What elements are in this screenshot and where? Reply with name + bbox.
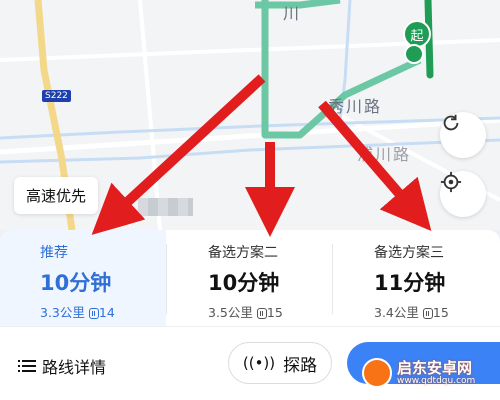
route-time: 11分钟 [374,271,446,295]
route-time: 10分钟 [208,271,280,295]
watermark-url: www.qdtdqu.com [397,376,476,386]
highway-preference-tag[interactable]: 高速优先 [14,177,99,214]
route-lights: 14 [98,305,115,320]
traffic-light-icon [88,308,99,319]
road-label-puchuan: 浦川路 [357,145,412,164]
route-meta: 3.3公里 14 [40,302,166,321]
refresh-icon [443,114,459,131]
road-label-top: 川 [283,4,302,23]
route-details-button[interactable]: 路线详情 [18,354,106,378]
crosshair-icon [440,171,462,193]
explore-route-button[interactable]: ((•)) 探路 [228,342,332,384]
panel-separator [0,326,500,327]
route-meta: 3.5公里 15 [208,302,332,321]
route-name: 备选方案二 [208,245,278,261]
location-dot-icon [404,44,424,64]
route-option-2[interactable]: 备选方案二 10分钟 3.5公里 15 [166,230,332,326]
route-name: 备选方案三 [374,245,444,261]
list-icon [18,360,36,372]
route-meta: 3.4公里 15 [374,302,498,321]
route-name: 推荐 [40,245,68,261]
broadcast-icon: ((•)) [242,354,276,372]
route-lights: 15 [432,305,449,320]
refresh-button[interactable] [440,112,486,158]
traffic-light-icon [422,308,433,319]
route-option-3[interactable]: 备选方案三 11分钟 3.4公里 15 [332,230,498,326]
blurred-label [138,198,193,216]
route-option-recommended[interactable]: 推荐 10分钟 3.3公里 14 [0,230,166,326]
traffic-light-icon [256,308,267,319]
highway-badge: S222 [42,90,71,102]
route-details-label: 路线详情 [42,358,107,377]
watermark: 启东安卓网 www.qdtdqu.com [362,358,475,388]
route-distance: 3.4公里 [374,305,419,320]
watermark-title: 启东安卓网 [397,359,473,377]
route-distance: 3.3公里 [40,305,85,320]
locate-button[interactable] [440,171,486,217]
explore-label: 探路 [283,355,318,376]
route-time: 10分钟 [40,271,112,295]
road-label-xiuchuan: 秀川路 [328,97,383,116]
map-view[interactable]: S222 川 秀川路 浦川路 起 高速优先 [0,0,500,230]
route-distance: 3.5公里 [208,305,253,320]
route-lights: 15 [266,305,283,320]
watermark-logo-icon [362,358,392,388]
